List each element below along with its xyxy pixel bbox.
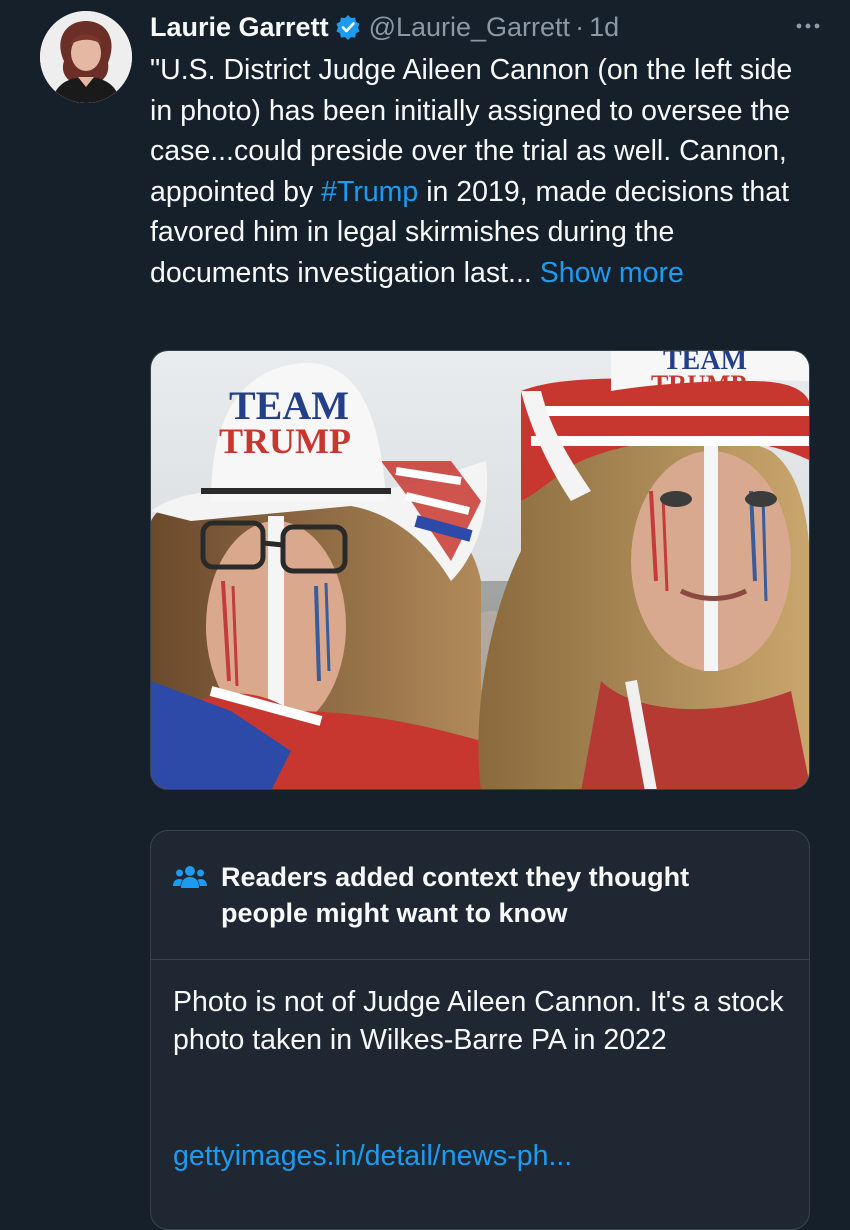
author-handle[interactable]: @Laurie_Garrett [369, 12, 571, 43]
tweet[interactable]: Laurie Garrett @Laurie_Garrett · 1d "U.S… [0, 0, 850, 1230]
timestamp[interactable]: 1d [589, 12, 619, 43]
community-note: Readers added context they thought peopl… [150, 830, 810, 1230]
more-options-icon[interactable] [792, 13, 824, 39]
separator-dot: · [575, 11, 585, 42]
hashtag-link[interactable]: #Trump [321, 176, 418, 208]
people-icon [173, 864, 207, 890]
photo-image: TEAM TRUMP TEAM TRUMP [151, 351, 809, 789]
verified-badge-icon [335, 14, 361, 40]
hat-left-line2: TRUMP [219, 421, 351, 461]
community-note-title: Readers added context they thought peopl… [221, 862, 690, 928]
show-more-link[interactable]: Show more [540, 257, 684, 289]
community-note-source-link[interactable]: gettyimages.in/detail/news-ph... [173, 1137, 572, 1175]
hat-right-line2: TRUMP [651, 370, 746, 399]
avatar-image [40, 11, 132, 103]
tweet-text: "U.S. District Judge Aileen Cannon (on t… [150, 50, 820, 293]
community-note-body: Photo is not of Judge Aileen Cannon. It'… [173, 986, 784, 1056]
avatar[interactable] [40, 11, 132, 103]
author-name[interactable]: Laurie Garrett [150, 12, 329, 43]
tweet-header: Laurie Garrett @Laurie_Garrett · 1d [150, 8, 619, 46]
tweet-photo[interactable]: TEAM TRUMP TEAM TRUMP [150, 350, 810, 790]
community-note-header[interactable]: Readers added context they thought peopl… [151, 831, 809, 960]
